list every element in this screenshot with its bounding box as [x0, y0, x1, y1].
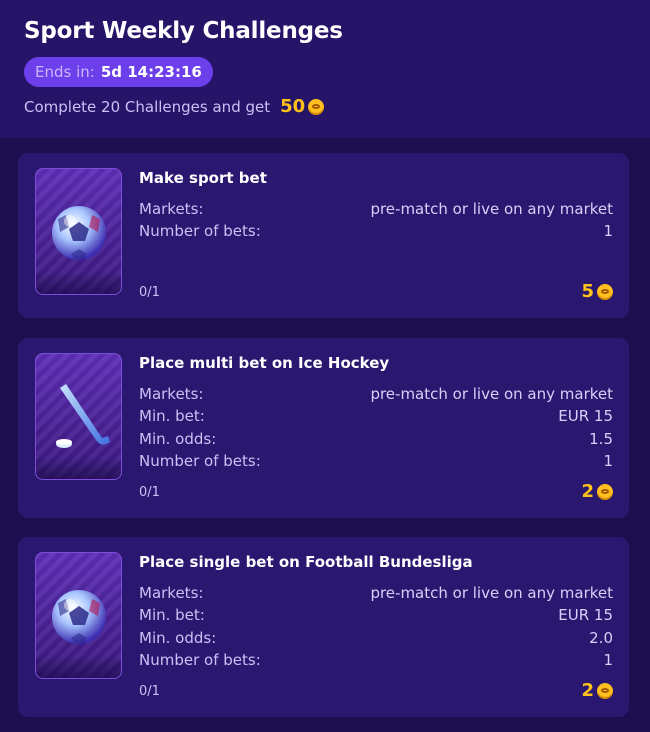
reward-amount: 2 [581, 680, 594, 701]
detail-value: 2.0 [589, 628, 613, 647]
challenge-progress: 0/1 [139, 485, 160, 500]
soccer-ball-icon [52, 206, 106, 260]
detail-label: Markets: [139, 385, 204, 403]
detail-row: Markets: pre-match or live on any market [139, 198, 613, 220]
detail-value: pre-match or live on any market [370, 200, 613, 218]
detail-label: Number of bets: [139, 451, 261, 470]
detail-label: Markets: [139, 584, 204, 602]
challenge-title: Make sport bet [139, 169, 267, 187]
challenge-details: Markets: pre-match or live on any market… [139, 383, 613, 472]
challenge-details: Markets: pre-match or live on any market… [139, 582, 613, 671]
challenge-thumbnail [35, 168, 122, 295]
detail-label: Number of bets: [139, 650, 261, 669]
goal-text: Complete 20 Challenges and get [24, 97, 271, 116]
timer-value: 5d 14:23:16 [100, 63, 202, 81]
detail-row: Markets: pre-match or live on any market [139, 383, 613, 405]
detail-value: 1 [603, 222, 613, 241]
challenge-thumbnail [35, 552, 122, 679]
challenges-header: Sport Weekly Challenges Ends in: 5d 14:2… [0, 0, 650, 138]
challenge-card[interactable]: Place single bet on Football Bundesliga … [18, 537, 629, 717]
challenge-card[interactable]: Make sport bet Markets: pre-match or liv… [18, 153, 629, 318]
detail-label: Min. odds: [139, 628, 217, 647]
detail-row: Min. bet: EUR 15 [139, 405, 613, 427]
challenge-progress: 0/1 [139, 684, 160, 699]
detail-label: Min. bet: [139, 407, 205, 426]
page-title: Sport Weekly Challenges [24, 18, 343, 44]
detail-row: Number of bets: 1 [139, 220, 613, 242]
coin-icon [308, 98, 325, 115]
detail-value: 1 [603, 650, 613, 669]
challenge-title: Place multi bet on Ice Hockey [139, 354, 390, 372]
detail-label: Min. bet: [139, 606, 205, 625]
goal-text-row: Complete 20 Challenges and get 50 [24, 96, 325, 117]
challenge-thumbnail [35, 353, 122, 480]
detail-value: pre-match or live on any market [370, 385, 613, 403]
detail-label: Min. odds: [139, 429, 217, 448]
goal-reward: 50 [280, 96, 325, 117]
challenge-details: Markets: pre-match or live on any market… [139, 198, 613, 243]
detail-row: Number of bets: 1 [139, 649, 613, 671]
goal-amount: 50 [280, 96, 306, 117]
timer-label: Ends in: [35, 63, 95, 81]
coin-icon [597, 682, 613, 699]
ends-in-badge: Ends in: 5d 14:23:16 [24, 57, 213, 87]
detail-row: Min. bet: EUR 15 [139, 604, 613, 626]
reward-amount: 5 [581, 281, 594, 302]
detail-value: 1.5 [589, 429, 613, 448]
detail-label: Number of bets: [139, 222, 261, 241]
detail-value: 1 [603, 451, 613, 470]
detail-label: Markets: [139, 200, 204, 218]
challenge-progress: 0/1 [139, 285, 160, 300]
challenge-reward: 2 [581, 680, 613, 701]
reward-amount: 2 [581, 481, 594, 502]
challenge-card[interactable]: Place multi bet on Ice Hockey Markets: p… [18, 338, 629, 518]
hockey-stick-icon [56, 384, 110, 448]
detail-value: pre-match or live on any market [370, 584, 613, 602]
challenge-reward: 2 [581, 481, 613, 502]
coin-icon [597, 483, 613, 500]
soccer-ball-icon [52, 590, 106, 644]
detail-row: Markets: pre-match or live on any market [139, 582, 613, 604]
detail-value: EUR 15 [558, 407, 613, 426]
detail-row: Number of bets: 1 [139, 450, 613, 472]
detail-value: EUR 15 [558, 606, 613, 625]
challenge-title: Place single bet on Football Bundesliga [139, 553, 473, 571]
coin-icon [597, 283, 613, 300]
detail-row: Min. odds: 2.0 [139, 627, 613, 649]
challenge-reward: 5 [581, 281, 613, 302]
detail-row: Min. odds: 1.5 [139, 428, 613, 450]
